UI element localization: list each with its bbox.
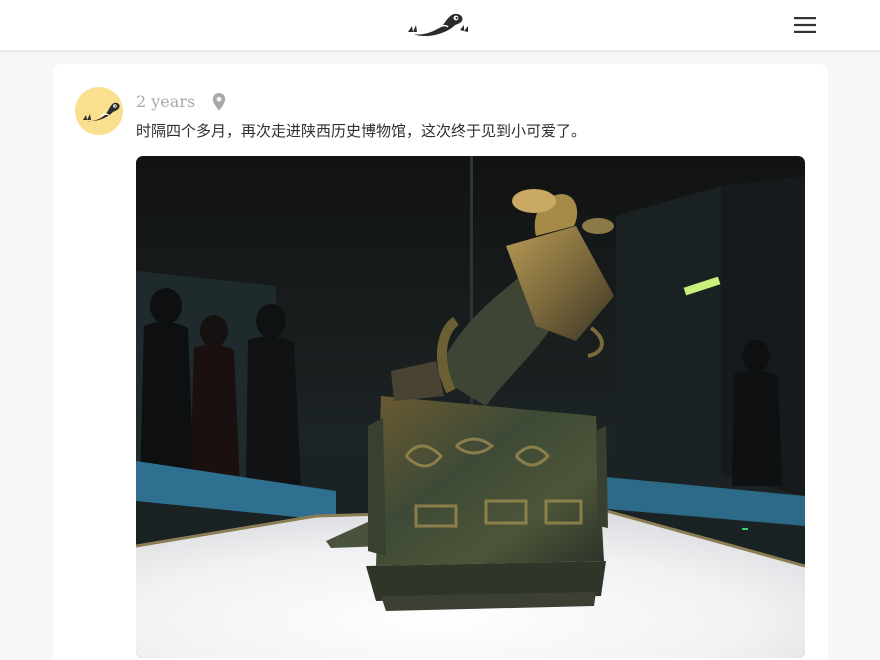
post-photo[interactable]	[136, 156, 805, 658]
fish-bird-avatar-icon	[83, 102, 120, 122]
post-card: 2 years 时隔四个多月，再次走进陕西历史博物馆，这次终于见到小可爱了。	[53, 64, 828, 660]
avatar[interactable]	[75, 87, 123, 135]
hamburger-menu-icon	[794, 17, 816, 33]
post-text: 时隔四个多月，再次走进陕西历史博物馆，这次终于见到小可爱了。	[136, 122, 587, 140]
site-logo-icon[interactable]	[404, 8, 472, 40]
top-bar	[0, 0, 880, 50]
location-pin-icon[interactable]	[211, 92, 227, 112]
post-time[interactable]: 2 years	[136, 92, 195, 111]
hamburger-menu-button[interactable]	[788, 10, 822, 40]
bronze-vessel-photo	[136, 156, 805, 658]
